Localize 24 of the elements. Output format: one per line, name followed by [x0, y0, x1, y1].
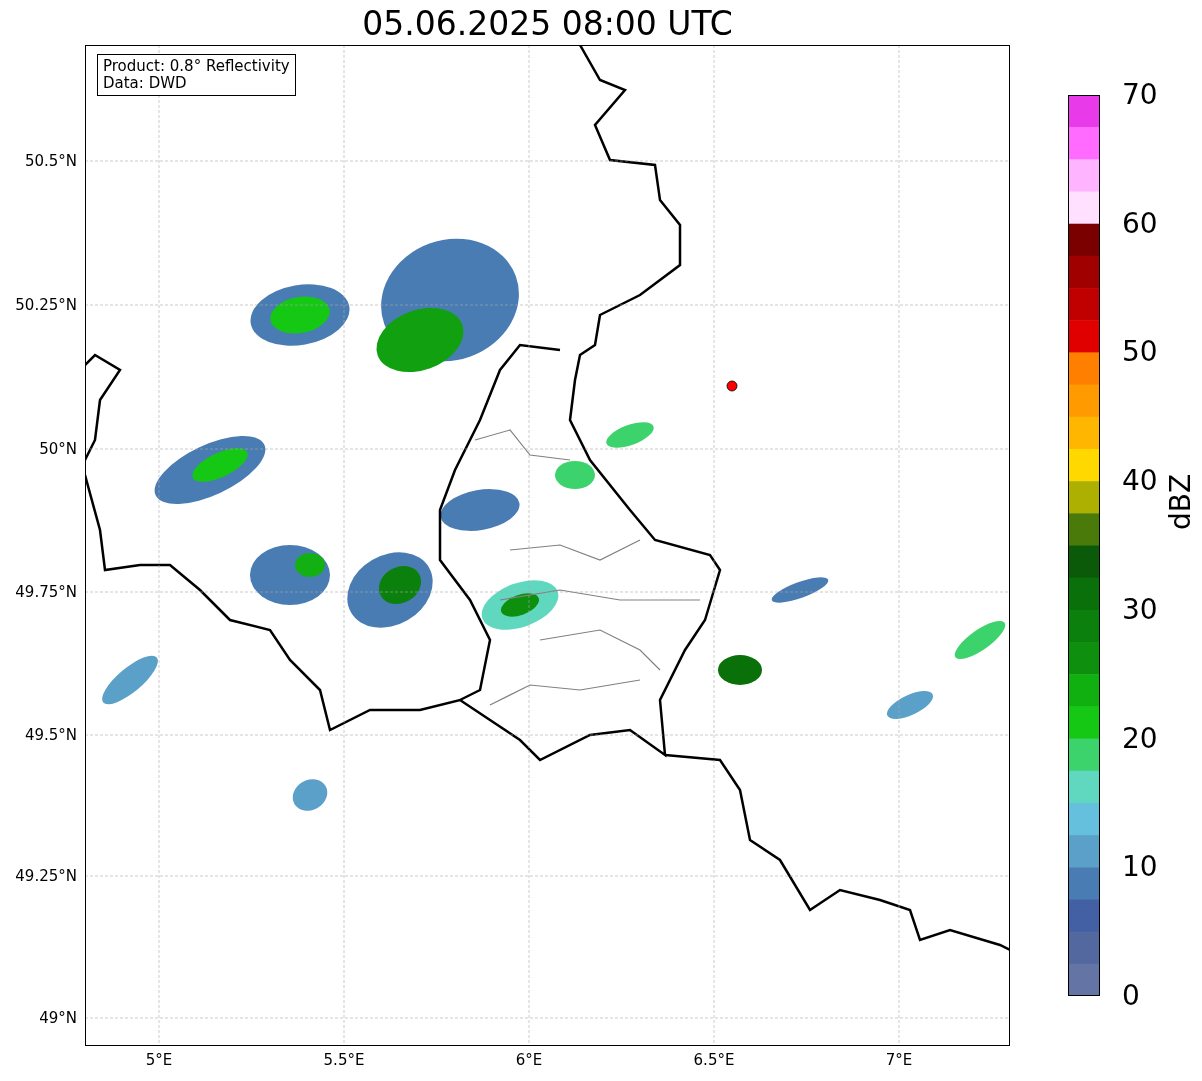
legend-text: Data: DWD: [103, 75, 188, 92]
chart-title: 05.06.2025 08:00 UTC: [361, 4, 734, 44]
axis-tick-label: 49.5°N: [24, 726, 77, 744]
colorbar-tick-label: 60: [1122, 207, 1158, 240]
colorbar-tick-label: 0: [1122, 980, 1140, 1012]
axis-tick-label: 5°E: [144, 1051, 174, 1069]
axis-tick-label: 50.25°N: [15, 296, 77, 314]
axis-tick-label: 50°N: [39, 440, 77, 458]
axis-tick-label: 7°E: [884, 1051, 914, 1069]
colorbar-tick-label: 40: [1122, 465, 1158, 498]
axis-tick-label: 49°N: [39, 1009, 77, 1027]
axis-tick-label: 49.25°N: [15, 867, 77, 885]
colorbar-tick-label: 10: [1122, 851, 1158, 884]
colorbar-label: dBZ: [1165, 473, 1197, 530]
colorbar-tick-label: 20: [1122, 722, 1158, 755]
axis-tick-label: 6.5°E: [692, 1051, 736, 1069]
axis-tick-label: 6°E: [514, 1051, 544, 1069]
colorbar-tick-label: 50: [1122, 336, 1158, 369]
axis-tick-label: 5.5°E: [322, 1051, 366, 1069]
colorbar-tick-label: 30: [1122, 593, 1158, 626]
axis-tick-label: 49.75°N: [15, 583, 77, 601]
axis-tick-label: 50.5°N: [24, 152, 77, 170]
legend-text: Product: 0.8° Reflectivity: [103, 58, 290, 75]
colorbar-tick-label: 70: [1122, 79, 1158, 111]
